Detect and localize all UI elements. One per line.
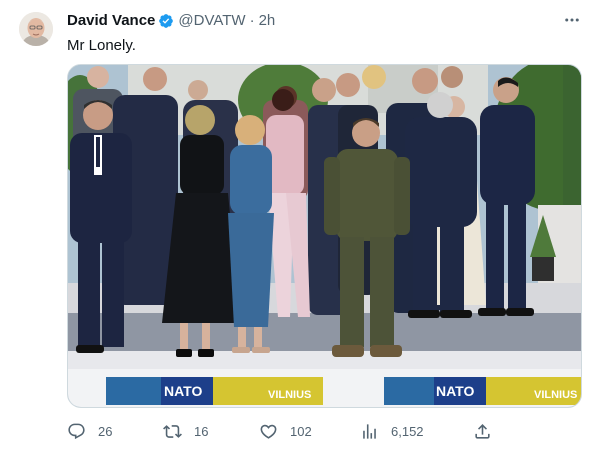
tweet-timestamp[interactable]: 2h bbox=[259, 12, 276, 30]
summit-banner-left: NATO VILNIUS bbox=[106, 377, 323, 405]
retweet-button[interactable]: 16 bbox=[163, 420, 208, 442]
retweet-icon bbox=[163, 424, 182, 438]
avatar-image bbox=[19, 12, 53, 46]
banner-left-nato-text: NATO bbox=[164, 383, 202, 399]
views-count: 6,152 bbox=[391, 423, 424, 439]
tweet-actions: 26 16 102 6,152 bbox=[67, 420, 567, 442]
like-icon bbox=[260, 424, 277, 439]
tweet[interactable]: David Vance @DVATW · 2h Mr Lonely. NATO … bbox=[0, 0, 598, 452]
share-button[interactable] bbox=[473, 420, 492, 442]
author-handle[interactable]: @DVATW bbox=[178, 12, 245, 30]
author-name[interactable]: David Vance bbox=[67, 12, 155, 30]
tweet-header: David Vance @DVATW · 2h bbox=[67, 12, 275, 30]
author-avatar[interactable] bbox=[19, 12, 53, 46]
tweet-text: Mr Lonely. bbox=[67, 37, 136, 54]
more-options-icon bbox=[565, 18, 579, 22]
banner-left-vilnius-text: VILNIUS bbox=[268, 389, 311, 401]
retweet-count: 16 bbox=[194, 423, 209, 439]
views-icon bbox=[363, 423, 376, 439]
summit-banner-right: NATO VILNIUS bbox=[384, 377, 581, 405]
views-button[interactable]: 6,152 bbox=[360, 420, 424, 442]
delegate-blue-dress bbox=[228, 115, 274, 353]
verified-badge-icon[interactable] bbox=[158, 13, 174, 29]
header-separator: · bbox=[249, 12, 255, 29]
summit-photo-illustration: NATO VILNIUS NATO VILNIUS bbox=[68, 65, 581, 407]
tweet-photo[interactable]: NATO VILNIUS NATO VILNIUS bbox=[67, 64, 582, 408]
reply-button[interactable]: 26 bbox=[67, 420, 112, 442]
banner-right-nato-text: NATO bbox=[436, 383, 474, 399]
reply-icon bbox=[68, 423, 85, 439]
banner-right-vilnius-text: VILNIUS bbox=[534, 389, 577, 401]
more-options-button[interactable] bbox=[560, 10, 584, 30]
share-icon bbox=[475, 423, 490, 439]
like-button[interactable]: 102 bbox=[259, 420, 312, 442]
reply-count: 26 bbox=[98, 423, 113, 439]
like-count: 102 bbox=[290, 423, 312, 439]
